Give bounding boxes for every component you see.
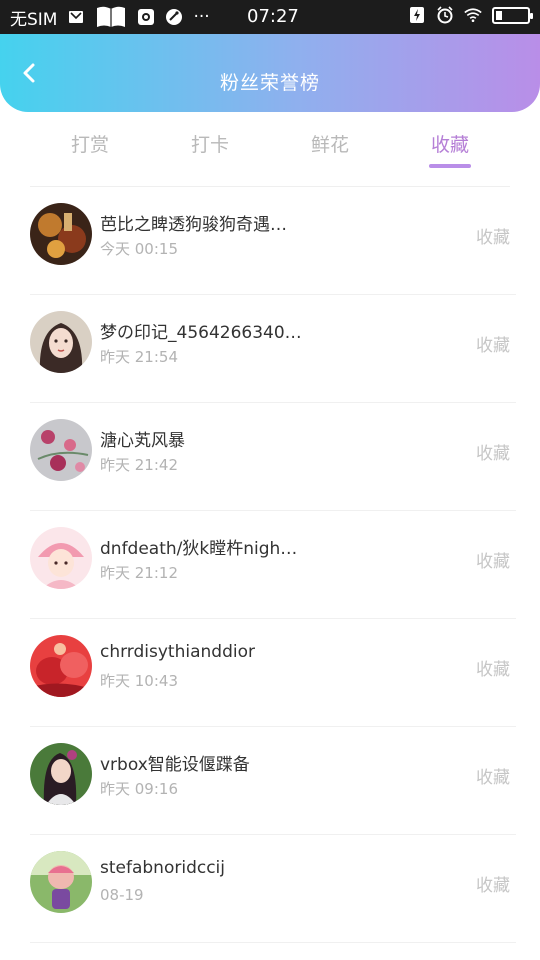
- avatar[interactable]: [30, 203, 92, 265]
- avatar[interactable]: [30, 311, 92, 373]
- alarm-icon: [436, 6, 454, 24]
- status-right: [408, 6, 533, 24]
- page-title: 粉丝荣誉榜: [219, 72, 320, 94]
- avatar[interactable]: [30, 743, 92, 805]
- user-name: 芭比之睥透狗骏狗奇遇…: [100, 215, 287, 235]
- row-divider: [30, 942, 516, 943]
- item-time: 昨天 09:16: [100, 780, 178, 798]
- tab-favorites[interactable]: 收藏: [390, 130, 510, 157]
- item-time: 今天 00:15: [100, 240, 178, 258]
- sim-icon: [137, 8, 155, 26]
- more-dots: ···: [193, 7, 210, 27]
- fan-list: 芭比之睥透狗骏狗奇遇… 今天 00:15 收藏 梦の印记_4564266340……: [0, 187, 540, 943]
- message-icon: [67, 8, 85, 26]
- favorite-label: 收藏: [476, 228, 510, 248]
- active-tab-indicator: [429, 164, 471, 168]
- avatar[interactable]: [30, 851, 92, 913]
- user-name: 梦の印记_4564266340…: [100, 323, 302, 343]
- favorite-label: 收藏: [476, 336, 510, 356]
- header-bar: 粉丝荣誉榜: [0, 34, 540, 112]
- item-time: 昨天 21:12: [100, 564, 178, 582]
- list-item[interactable]: 梦の印记_4564266340… 昨天 21:54 收藏: [0, 295, 540, 403]
- list-item[interactable]: 溏心芄风暴 昨天 21:42 收藏: [0, 403, 540, 511]
- status-bar: 无SIM ··· 07:27: [0, 0, 540, 34]
- tab-checkin[interactable]: 打卡: [150, 130, 270, 157]
- battery-icon: [492, 6, 533, 24]
- user-name: dnfdeath/狄k瞠杵nigh…: [100, 539, 298, 559]
- avatar[interactable]: [30, 635, 92, 697]
- list-item[interactable]: vrbox智能设偃蹀备 昨天 09:16 收藏: [0, 727, 540, 835]
- favorite-label: 收藏: [476, 552, 510, 572]
- list-item[interactable]: dnfdeath/狄k瞠杵nigh… 昨天 21:12 收藏: [0, 511, 540, 619]
- item-time: 08-19: [100, 886, 144, 904]
- carrier-label: 无SIM: [10, 9, 58, 30]
- tab-bar: 打赏 打卡 鲜花 收藏: [0, 112, 540, 186]
- tool-icon: [165, 8, 183, 26]
- user-name: 溏心芄风暴: [100, 431, 185, 451]
- tab-flowers[interactable]: 鲜花: [270, 130, 390, 157]
- list-item[interactable]: chrrdisythianddior 昨天 10:43 收藏: [0, 619, 540, 727]
- item-time: 昨天 21:54: [100, 348, 178, 366]
- lightning-icon: [408, 6, 426, 24]
- avatar[interactable]: [30, 419, 92, 481]
- user-name: vrbox智能设偃蹀备: [100, 755, 250, 775]
- status-time: 07:27: [247, 6, 299, 27]
- user-name: stefabnoridccij: [100, 858, 225, 878]
- favorite-label: 收藏: [476, 768, 510, 788]
- wifi-icon: [464, 6, 482, 24]
- avatar[interactable]: [30, 527, 92, 589]
- item-time: 昨天 10:43: [100, 672, 178, 690]
- favorite-label: 收藏: [476, 876, 510, 896]
- list-item[interactable]: stefabnoridccij 08-19 收藏: [0, 835, 540, 943]
- status-left: 无SIM ···: [0, 5, 210, 30]
- tab-reward[interactable]: 打赏: [30, 130, 150, 157]
- favorite-label: 收藏: [476, 660, 510, 680]
- item-time: 昨天 21:42: [100, 456, 178, 474]
- favorite-label: 收藏: [476, 444, 510, 464]
- list-item[interactable]: 芭比之睥透狗骏狗奇遇… 今天 00:15 收藏: [0, 187, 540, 295]
- book-icon: [95, 5, 127, 29]
- user-name: chrrdisythianddior: [100, 642, 255, 662]
